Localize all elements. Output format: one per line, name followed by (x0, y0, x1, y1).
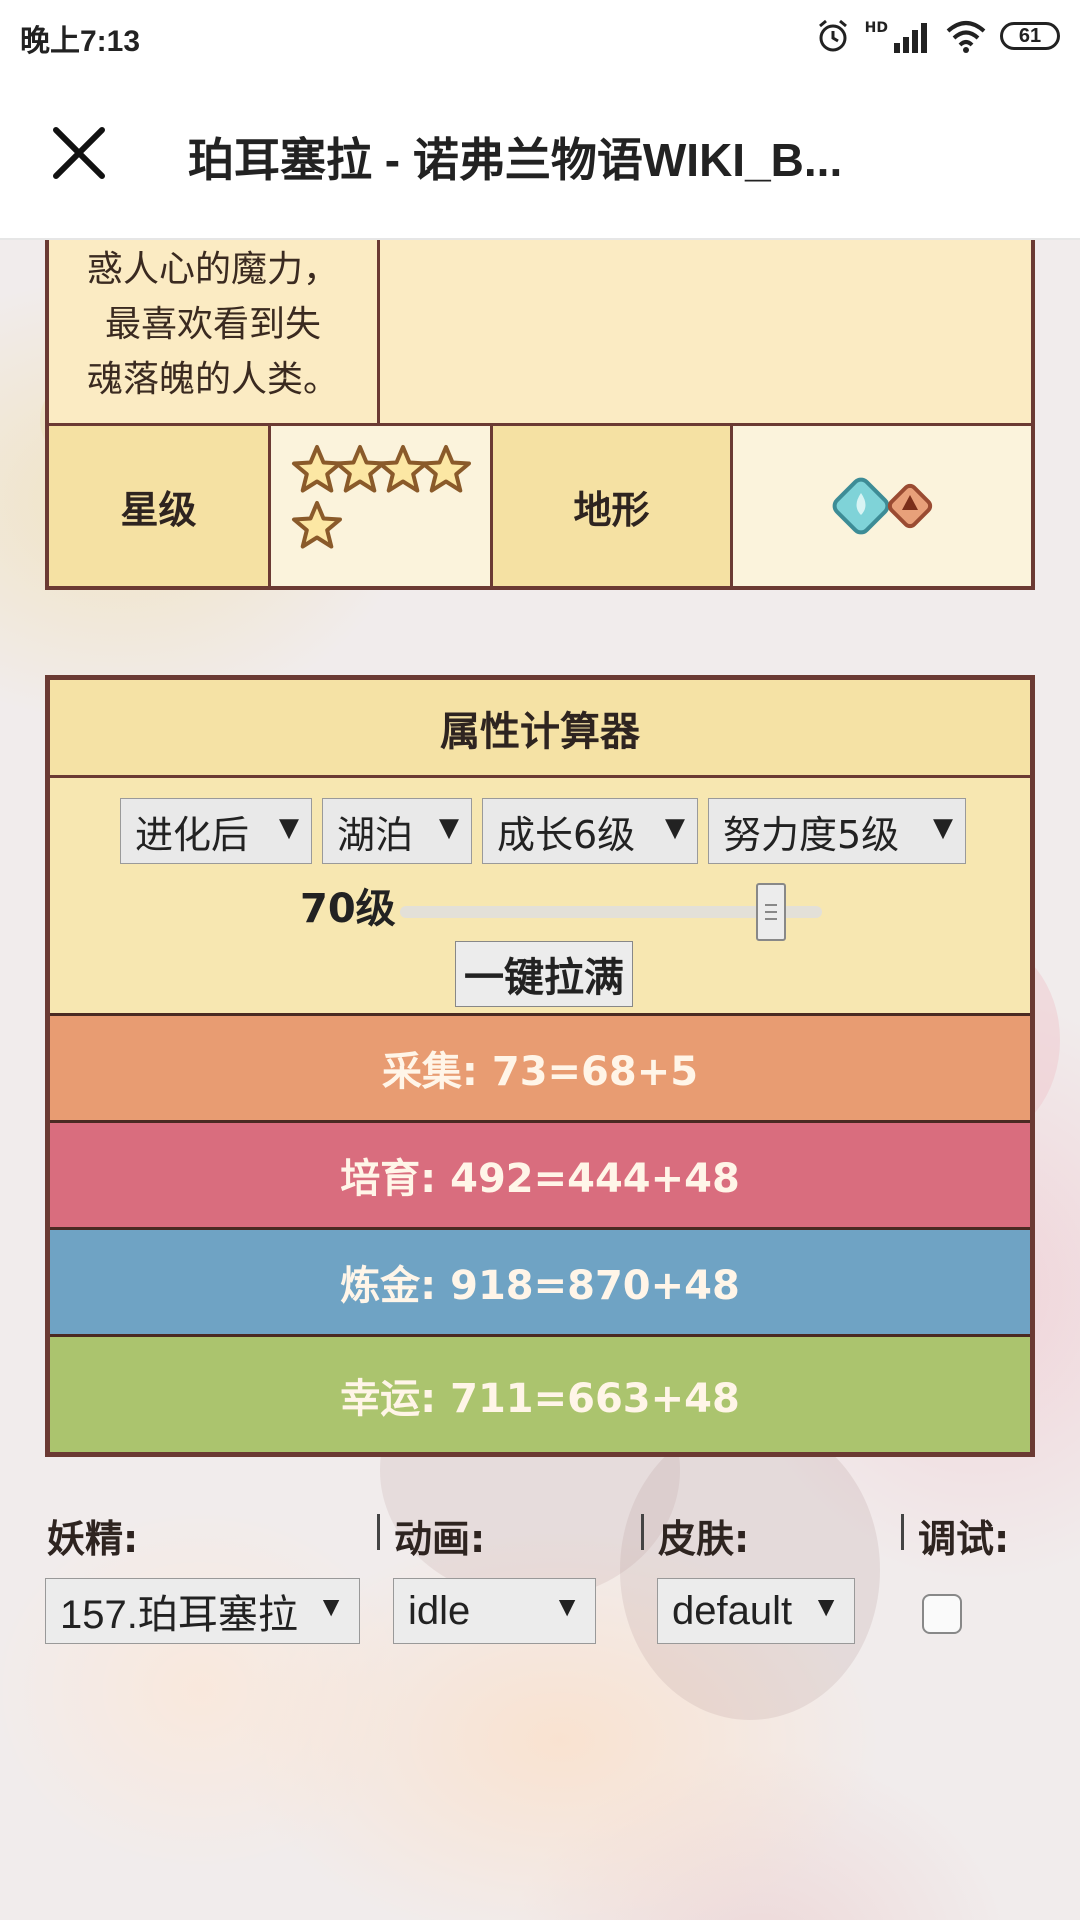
star-icon (421, 445, 471, 493)
title-bar: 珀耳塞拉 - 诺弗兰物语WIKI_B... (0, 72, 1080, 240)
animation-select[interactable]: idle ▼ (393, 1578, 596, 1644)
terrain-icons (733, 426, 1031, 586)
animation-select-value: idle (408, 1588, 471, 1633)
wifi-icon (946, 21, 986, 53)
status-time: 晚上7:13 (20, 25, 141, 58)
star-icon (292, 501, 342, 549)
skin-select[interactable]: default ▼ (657, 1578, 855, 1644)
info-row: 星级 地形 (49, 423, 1031, 586)
status-icons: HD 61 (815, 14, 1060, 58)
debug-label: 调试: (918, 1517, 1010, 1561)
description-line: 最喜欢看到失 (104, 304, 321, 345)
grip-icon (765, 904, 777, 920)
stat-nurture: 培育: 492=444+48 (50, 1120, 1030, 1227)
effort-select-value: 努力度5级 (723, 812, 900, 857)
skin-label: 皮肤: (658, 1517, 750, 1561)
fairy-info-table: 惑人心的魔力， 最喜欢看到失 魂落魄的人类。 星级 地形 (45, 240, 1035, 590)
stat-luck: 幸运: 711=663+48 (50, 1334, 1030, 1452)
attribute-calculator: 属性计算器 进化后 ▼ 湖泊 ▼ 成长6级 ▼ 努力度5级 ▼ 70级 一键拉满… (45, 675, 1035, 1457)
growth-select[interactable]: 成长6级 ▼ (482, 798, 698, 864)
chevron-down-icon: ▼ (553, 1591, 581, 1622)
fire-terrain-icon (887, 483, 933, 529)
stat-alchemy: 炼金: 918=870+48 (50, 1227, 1030, 1334)
level-slider-thumb[interactable] (756, 883, 786, 941)
signal-icon (894, 23, 927, 53)
level-label: 70级 (300, 886, 396, 932)
chevron-down-icon: ▼ (812, 1591, 840, 1622)
chevron-down-icon: ▼ (665, 813, 685, 843)
battery-icon: 61 (1000, 22, 1060, 50)
animation-label: 动画: (394, 1517, 486, 1561)
chevron-down-icon: ▼ (439, 813, 459, 843)
separator (901, 1514, 904, 1550)
chevron-down-icon: ▼ (933, 813, 953, 843)
star-label: 星级 (49, 426, 271, 586)
max-all-button[interactable]: 一键拉满 (455, 941, 633, 1007)
terrain-label: 地形 (493, 426, 733, 586)
calculator-controls: 进化后 ▼ 湖泊 ▼ 成长6级 ▼ 努力度5级 ▼ 70级 一键拉满 (50, 778, 1030, 1013)
chevron-down-icon: ▼ (317, 1591, 345, 1622)
description-line: 魂落魄的人类。 (86, 359, 339, 400)
separator (377, 1514, 380, 1550)
page-title: 珀耳塞拉 - 诺弗兰物语WIKI_B... (188, 134, 843, 186)
calculator-title: 属性计算器 (50, 680, 1030, 778)
alarm-icon (818, 19, 847, 52)
separator (641, 1514, 644, 1550)
fairy-label: 妖精: (47, 1517, 139, 1561)
skin-select-value: default (672, 1588, 793, 1633)
star-rating (271, 426, 493, 586)
status-bar: 晚上7:13 HD 61 (0, 0, 1080, 72)
close-icon[interactable] (50, 124, 108, 182)
effort-select[interactable]: 努力度5级 ▼ (708, 798, 966, 864)
fairy-select-value: 157.珀耳塞拉 (60, 1593, 298, 1637)
chevron-down-icon: ▼ (279, 813, 299, 843)
description-line: 惑人心的魔力， (86, 249, 339, 290)
description-side-cell (380, 240, 1031, 423)
fairy-select[interactable]: 157.珀耳塞拉 ▼ (45, 1578, 360, 1644)
hd-label: HD (864, 20, 888, 36)
terrain-select[interactable]: 湖泊 ▼ (322, 798, 472, 864)
evolution-select[interactable]: 进化后 ▼ (120, 798, 312, 864)
evolution-select-value: 进化后 (135, 812, 250, 857)
debug-checkbox[interactable] (922, 1594, 962, 1634)
description-cell: 惑人心的魔力， 最喜欢看到失 魂落魄的人类。 (49, 240, 380, 423)
terrain-select-value: 湖泊 (337, 812, 414, 857)
stat-gather: 采集: 73=68+5 (50, 1013, 1030, 1120)
growth-select-value: 成长6级 (497, 812, 636, 857)
